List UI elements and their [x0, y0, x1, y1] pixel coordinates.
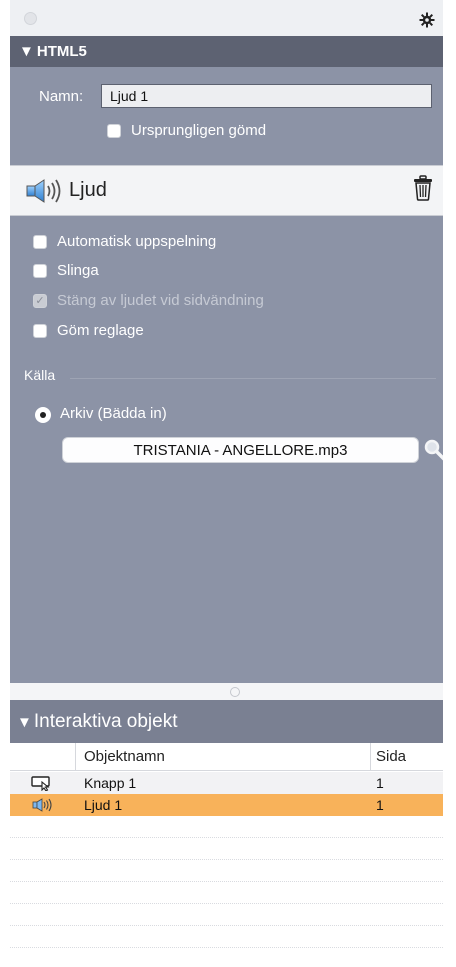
panel-close-button[interactable] [24, 12, 37, 25]
panel-titlebar [10, 0, 443, 36]
trash-icon[interactable] [413, 175, 433, 206]
empty-row [10, 860, 443, 882]
speaker-icon [26, 177, 66, 210]
loop-label: Slinga [57, 262, 99, 279]
column-header-name[interactable]: Objektnamn [84, 743, 165, 770]
archive-embed-radio[interactable] [35, 407, 51, 423]
interactive-objects-header[interactable]: ▼ Interaktiva objekt [10, 700, 443, 743]
empty-row [10, 838, 443, 860]
table-row[interactable]: Ljud 1 1 [10, 794, 443, 816]
interactive-objects-table: Objektnamn Sida Knapp 1 1 Ljud 1 1 [10, 743, 443, 967]
interactive-objects-title: Interaktiva objekt [33, 711, 178, 732]
hide-controls-label: Göm reglage [57, 322, 144, 339]
source-file-field[interactable]: TRISTANIA - ANGELLORE.mp3 [62, 437, 419, 463]
collapse-triangle-icon: ▼ [17, 714, 32, 731]
autoplay-label: Automatisk uppspelning [57, 233, 217, 250]
audio-header-bar: Ljud [10, 165, 443, 216]
row-page-number: 1 [376, 797, 384, 813]
gear-icon[interactable] [419, 12, 435, 32]
row-object-name: Knapp 1 [84, 775, 137, 791]
html5-panel: ▼ HTML5 Namn: Ljud 1 Ursprungligen gömd L… [10, 0, 443, 967]
initially-hidden-label: Ursprungligen gömd [131, 122, 267, 139]
loop-checkbox[interactable] [33, 264, 47, 278]
archive-embed-label: Arkiv (Bädda in) [60, 405, 167, 422]
column-divider [75, 743, 76, 770]
source-heading: Källa [24, 367, 56, 383]
audio-header-title: Ljud [69, 179, 107, 201]
name-label: Namn: [39, 88, 84, 105]
column-divider [370, 743, 371, 770]
empty-row [10, 882, 443, 904]
splitter-handle-icon[interactable] [230, 687, 240, 697]
html5-section-header[interactable]: ▼ HTML5 [10, 36, 443, 67]
empty-row [10, 816, 443, 838]
empty-row [10, 904, 443, 926]
hide-controls-checkbox[interactable] [33, 324, 47, 338]
source-divider [70, 378, 436, 379]
panel-splitter[interactable] [10, 683, 443, 700]
mute-on-page-turn-label: Stäng av ljudet vid sidvändning [57, 292, 264, 309]
radio-dot [40, 412, 46, 418]
row-object-name: Ljud 1 [84, 797, 123, 813]
search-icon[interactable] [423, 438, 443, 467]
autoplay-checkbox[interactable] [33, 235, 47, 249]
name-field[interactable]: Ljud 1 [101, 84, 432, 108]
mute-on-page-turn-checkbox[interactable]: ✓ [33, 294, 47, 308]
column-header-page[interactable]: Sida [376, 743, 406, 770]
row-page-number: 1 [376, 775, 384, 791]
table-row[interactable]: Knapp 1 1 [10, 772, 443, 794]
collapse-triangle-icon: ▼ [19, 43, 34, 60]
initially-hidden-checkbox[interactable] [107, 124, 121, 138]
section-title: HTML5 [36, 43, 87, 60]
empty-row [10, 926, 443, 948]
